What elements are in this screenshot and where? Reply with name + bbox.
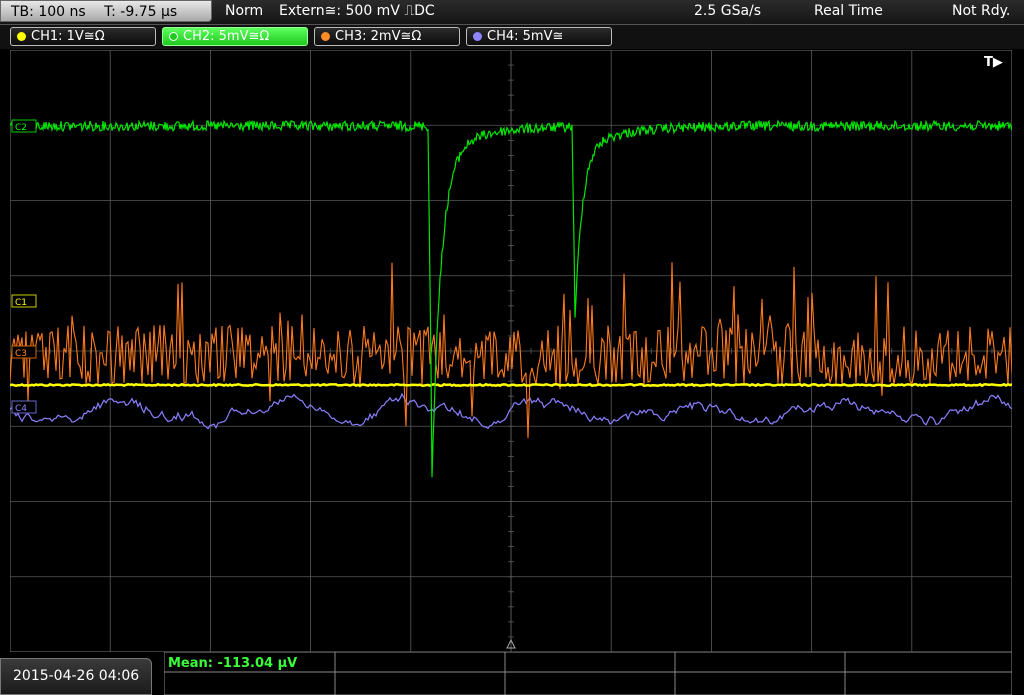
measurement-table[interactable]: Mean: -113.04 µV — [164, 652, 1012, 695]
timebase-box[interactable]: TB: 100 ns T: -9.75 µs — [0, 0, 212, 22]
channel-4-marker[interactable]: C4 — [11, 400, 37, 414]
status-bar: TB: 100 ns T: -9.75 µs Norm Extern≅: 500… — [0, 0, 1024, 25]
channel-1-dot-icon — [17, 32, 26, 41]
trigger-source[interactable]: Extern≅: 500 mV ⎍DC — [279, 3, 435, 19]
date-time: 2015-04-26 04:06 — [0, 658, 152, 695]
sample-rate[interactable]: 2.5 GSa/s — [694, 3, 761, 19]
channel-3-dot-icon — [321, 32, 330, 41]
channel-2-tab[interactable]: CH2: 5mV≅Ω — [162, 27, 308, 46]
acquisition-state: Not Rdy. — [952, 3, 1011, 19]
svg-text:C1: C1 — [15, 298, 27, 308]
trigger-time-label: T: -9.75 µs — [104, 4, 178, 20]
channel-bar: CH1: 1V≅Ω CH2: 5mV≅Ω CH3: 2mV≅Ω CH4: 5mV… — [0, 25, 1024, 49]
bottom-bar: 2015-04-26 04:06 Mean: -113.04 µV — [0, 652, 1024, 695]
svg-text:C2: C2 — [15, 123, 27, 133]
channel-4-label: CH4: 5mV≅ — [487, 29, 564, 44]
channel-3-marker[interactable]: C3 — [11, 345, 37, 359]
channel-4-tab[interactable]: CH4: 5mV≅ — [466, 27, 612, 46]
channel-3-tab[interactable]: CH3: 2mV≅Ω — [314, 27, 460, 46]
svg-text:C4: C4 — [15, 404, 27, 414]
measurement-mean: Mean: -113.04 µV — [168, 656, 297, 671]
channel-1-trace — [10, 382, 1012, 388]
channel-1-tab[interactable]: CH1: 1V≅Ω — [10, 27, 156, 46]
timebase-label: TB: 100 ns — [11, 4, 86, 20]
channel-1-marker[interactable]: C1 — [11, 294, 37, 308]
channel-4-dot-icon — [473, 32, 482, 41]
trigger-mode[interactable]: Norm — [225, 3, 263, 19]
trigger-position-marker[interactable]: T▶ — [984, 55, 1003, 70]
channel-2-label: CH2: 5mV≅Ω — [183, 29, 270, 44]
channel-2-marker[interactable]: C2 — [11, 119, 37, 133]
channel-3-label: CH3: 2mV≅Ω — [335, 29, 422, 44]
waveform-display[interactable]: C2 C1 C3 C4 T▶ — [10, 50, 1012, 652]
svg-text:C3: C3 — [15, 349, 27, 359]
channel-2-dot-icon — [169, 32, 178, 41]
channel-1-label: CH1: 1V≅Ω — [31, 29, 105, 44]
acquisition-mode[interactable]: Real Time — [814, 3, 883, 19]
